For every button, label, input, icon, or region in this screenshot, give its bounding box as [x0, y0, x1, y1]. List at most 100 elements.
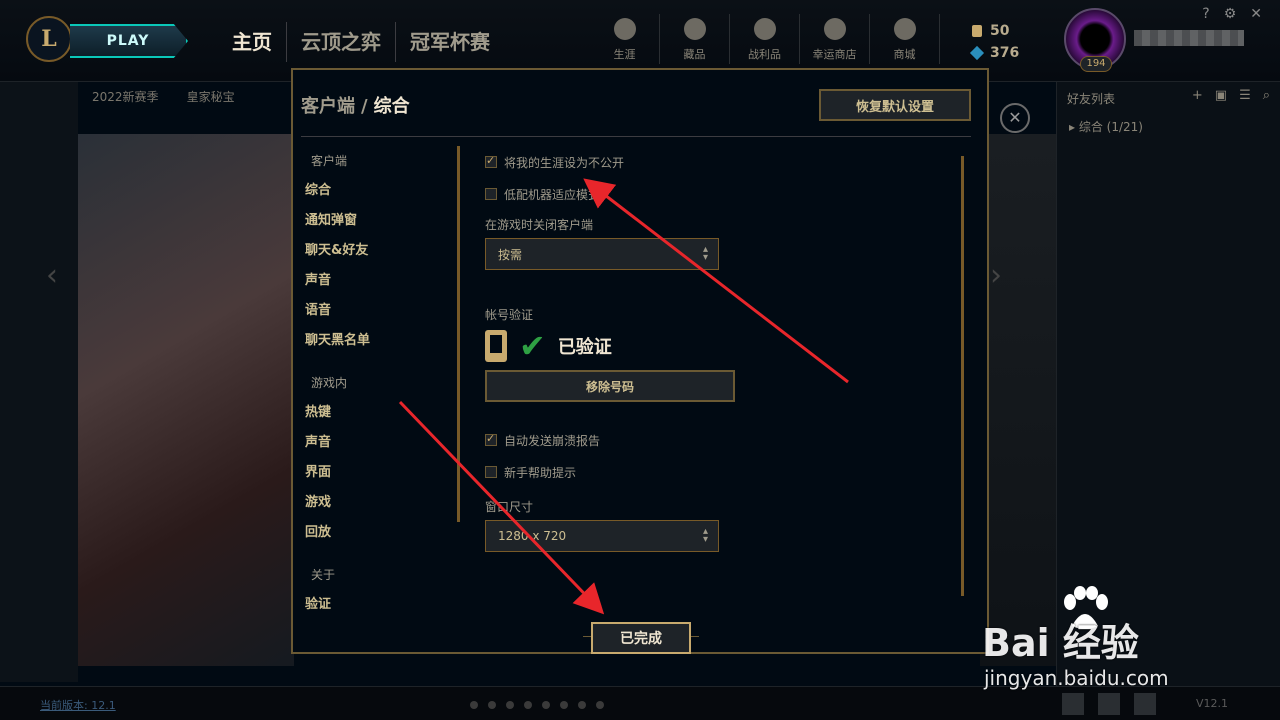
search-icon[interactable]: ⌕: [1263, 88, 1270, 103]
title-divider: [301, 136, 971, 137]
select-arrows-icon: ▴ ▾: [702, 526, 708, 545]
carousel-dot[interactable]: [506, 701, 514, 709]
tab-home[interactable]: 主页: [218, 22, 287, 62]
friends-group[interactable]: ▸ 综合 (1/21): [1069, 118, 1143, 135]
low-spec-label: 低配机器适应模式: [504, 187, 601, 202]
settings-content: 将我的生涯设为不公开 低配机器适应模式 在游戏时关闭客户端 按需 ▴▾ 帐号验证…: [485, 146, 955, 552]
voice-icon[interactable]: [1134, 693, 1156, 715]
watermark-url: jingyan.baidu.com: [984, 666, 1169, 690]
menu-section-about: 关于: [311, 568, 336, 582]
profile-icon: [613, 18, 636, 40]
nav-collection[interactable]: 藏品: [660, 14, 730, 64]
add-folder-icon[interactable]: ▣: [1215, 88, 1227, 103]
menu-gap: [305, 356, 455, 368]
tips-checkbox[interactable]: 新手帮助提示: [485, 456, 955, 488]
close-settings-icon[interactable]: ✕: [1000, 103, 1030, 133]
menu-item-hotkeys[interactable]: 热键: [305, 398, 455, 428]
tab-clash[interactable]: 冠军杯赛: [396, 22, 504, 62]
client-version: V12.1: [1196, 697, 1229, 710]
store-icon: [893, 18, 916, 40]
window-size-select[interactable]: 1280 x 720 ▴ ▾: [485, 520, 719, 552]
select-arrows-icon: ▴ ▾: [702, 244, 708, 263]
friends-group-label: 综合 (1/21): [1078, 120, 1143, 134]
list-view-icon[interactable]: ☰: [1239, 88, 1251, 103]
checkbox-checked-icon[interactable]: [485, 432, 497, 446]
left-background: [0, 82, 78, 682]
low-spec-checkbox[interactable]: 低配机器适应模式: [485, 178, 955, 210]
logo-letter: L: [41, 26, 57, 52]
nav-lucky-shop[interactable]: 幸运商店: [800, 14, 870, 64]
background-splash-art: [78, 134, 294, 666]
menu-item-game[interactable]: 游戏: [305, 488, 455, 518]
nav-collection-label: 藏品: [683, 48, 706, 61]
settings-menu: 客户端 综合 通知弹窗 聊天&好友 声音 语音 聊天黑名单 游戏内 热键 声音 …: [305, 146, 455, 620]
menu-item-replays[interactable]: 回放: [305, 518, 455, 548]
tips-label: 新手帮助提示: [504, 465, 577, 480]
watermark-brand: Bai 经验: [982, 621, 1139, 665]
settings-breadcrumb: 客户端 / 综合: [301, 92, 410, 118]
menu-item-ingame-sound[interactable]: 声音: [305, 428, 455, 458]
close-icon[interactable]: ✕: [1250, 6, 1262, 22]
menu-item-verification[interactable]: 验证: [305, 590, 455, 620]
play-button[interactable]: PLAY: [70, 24, 188, 58]
baidu-watermark: Bai 经验 jingyan.baidu.com: [982, 586, 1222, 696]
menu-item-sound[interactable]: 声音: [305, 266, 455, 296]
menu-item-general[interactable]: 综合: [305, 176, 455, 206]
carousel-dot[interactable]: [560, 701, 568, 709]
carousel-dot[interactable]: [488, 701, 496, 709]
carousel-dot[interactable]: [542, 701, 550, 709]
reset-defaults-button[interactable]: 恢复默认设置: [819, 89, 971, 121]
help-icon[interactable]: ?: [1202, 6, 1209, 22]
checkbox-checked-icon[interactable]: [485, 154, 497, 168]
private-profile-checkbox[interactable]: 将我的生涯设为不公开: [485, 146, 955, 178]
checkbox-unchecked-icon[interactable]: [485, 466, 497, 478]
patch-notes-link[interactable]: 当前版本: 12.1: [40, 697, 116, 713]
loot-icon: [753, 18, 776, 40]
menu-item-notifications[interactable]: 通知弹窗: [305, 206, 455, 236]
chat-icon[interactable]: [1062, 693, 1084, 715]
menu-item-chat-blocklist[interactable]: 聊天黑名单: [305, 326, 455, 356]
tab-tft[interactable]: 云顶之弈: [287, 22, 396, 62]
menu-item-chat-friends[interactable]: 聊天&好友: [305, 236, 455, 266]
carousel-dot[interactable]: [524, 701, 532, 709]
missions-icon[interactable]: [1098, 693, 1120, 715]
menu-item-voice[interactable]: 语音: [305, 296, 455, 326]
add-friend-icon[interactable]: +: [1192, 88, 1203, 103]
nav-store-label: 商城: [893, 48, 916, 61]
blue-essence-value: 50: [990, 23, 1010, 39]
checkbox-unchecked-icon[interactable]: [485, 188, 497, 200]
blue-essence-icon: [972, 25, 982, 37]
window-size-label: 窗口尺寸: [485, 500, 534, 514]
breadcrumb-separator: /: [361, 96, 368, 117]
carousel-dot[interactable]: [470, 701, 478, 709]
subnav-season[interactable]: 2022新赛季: [92, 88, 159, 105]
remove-number-button[interactable]: 移除号码: [485, 370, 735, 402]
bottom-tools: [1062, 693, 1156, 715]
content-scrollbar[interactable]: [961, 156, 964, 596]
carousel-left-arrow-icon[interactable]: ‹: [46, 258, 58, 293]
nav-store[interactable]: 商城: [870, 14, 940, 64]
done-button[interactable]: 已完成: [591, 622, 691, 654]
settings-gear-icon[interactable]: ⚙: [1224, 6, 1237, 22]
nav-loot[interactable]: 战利品: [730, 14, 800, 64]
carousel-dot[interactable]: [596, 701, 604, 709]
menu-scrollbar[interactable]: [457, 146, 460, 522]
nav-loot-label: 战利品: [748, 48, 781, 61]
friends-toolbar: + ▣ ☰ ⌕: [1192, 88, 1270, 103]
carousel-dot[interactable]: [578, 701, 586, 709]
subnav-treasure[interactable]: 皇家秘宝: [187, 88, 235, 105]
window-size-value: 1280 x 720: [498, 529, 567, 543]
settings-modal: 客户端 / 综合 恢复默认设置 客户端 综合 通知弹窗 聊天&好友 声音 语音 聊天…: [291, 68, 989, 654]
crash-report-checkbox[interactable]: 自动发送崩溃报告: [485, 424, 955, 456]
phone-icon: [485, 330, 507, 362]
nav-profile[interactable]: 生涯: [590, 14, 660, 64]
menu-item-interface[interactable]: 界面: [305, 458, 455, 488]
league-logo-icon[interactable]: L: [26, 16, 72, 62]
breadcrumb-root: 客户端: [301, 96, 355, 117]
close-client-select[interactable]: 按需 ▴ ▾: [485, 238, 719, 270]
close-client-value: 按需: [498, 247, 523, 262]
crash-report-label: 自动发送崩溃报告: [504, 433, 601, 448]
breadcrumb-current: 综合: [373, 96, 410, 117]
nav-lucky-shop-label: 幸运商店: [812, 48, 857, 61]
carousel-right-arrow-icon[interactable]: ›: [990, 258, 1002, 293]
